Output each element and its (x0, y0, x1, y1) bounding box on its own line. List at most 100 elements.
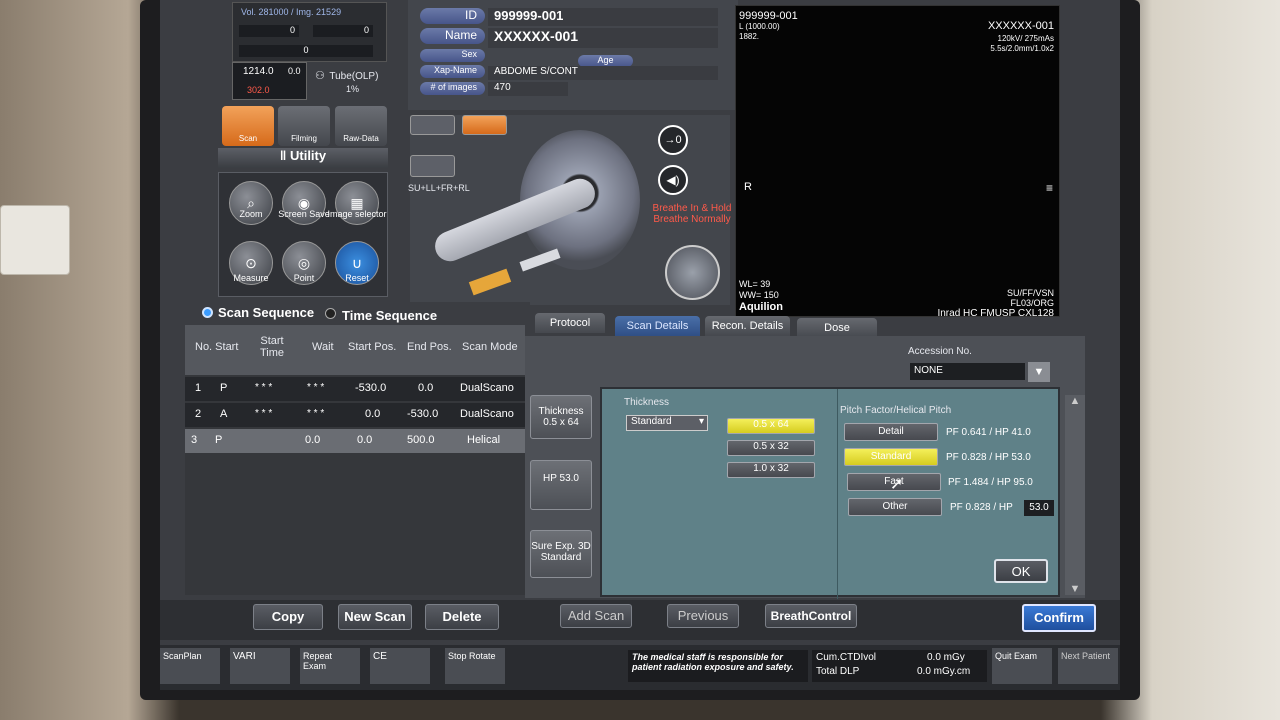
dlp-value: 0.0 mGy.cm (917, 666, 971, 677)
tab-protocol-label: Protocol (549, 317, 591, 329)
speaker-icon[interactable]: ◀) (658, 165, 688, 195)
thickness-pitch-dialog: Thickness Standard ▾ 0.5 x 64 0.5 x 32 1.… (600, 387, 1060, 599)
ok-button[interactable]: OK (994, 559, 1048, 583)
viewer-slice: 5.5s/2.0mm/1.0x2 (990, 44, 1054, 53)
thickness-option-1[interactable]: 0.5 x 64 (727, 418, 815, 434)
scan-sequence-radio[interactable] (202, 307, 213, 318)
viewer-info-2: FL03/ORG (1010, 298, 1054, 308)
row-end-pos: 0.0 (418, 382, 434, 394)
hp-side-button[interactable]: HP 53.0 (530, 460, 592, 510)
thickness-side-button[interactable]: Thickness 0.5 x 64 (530, 395, 592, 439)
tab-scan-details[interactable]: Scan Details (615, 316, 700, 336)
status-block: Vol. 281000 / Img. 21529 0 0 0 (232, 2, 387, 62)
row-scan-mode: Helical (467, 434, 501, 446)
scan-tool-button[interactable]: Scan (222, 106, 274, 146)
scan-sequence-label[interactable]: Scan Sequence (218, 305, 314, 320)
pitch-detail-button[interactable]: Detail (844, 423, 938, 441)
thickness-option-3[interactable]: 1.0 x 32 (727, 462, 815, 478)
row-time: * * * (255, 408, 273, 419)
accession-dropdown-icon[interactable]: ▼ (1028, 362, 1050, 382)
add-scan-button[interactable]: Add Scan (560, 604, 632, 628)
ce-button[interactable]: CE (370, 648, 430, 684)
patient-orientation-button-2[interactable] (462, 115, 507, 135)
tab-dose[interactable]: Dose (797, 318, 877, 338)
voice-zero-icon[interactable]: →0 (658, 125, 688, 155)
breath-control-button[interactable]: BreathControl (765, 604, 857, 628)
filming-tool-button[interactable]: Filming (278, 106, 330, 146)
radiation-notice: The medical staff is responsible for pat… (628, 650, 808, 682)
next-patient-label: Next Patient (1061, 651, 1111, 661)
sex-label: Sex (420, 49, 485, 62)
time-sequence-radio[interactable] (325, 308, 336, 319)
confirm-button[interactable]: Confirm (1022, 604, 1096, 632)
tab-dose-label: Dose (824, 322, 850, 334)
window-width: WW= 150 (739, 290, 779, 300)
sure-exp-label: Sure Exp. 3D Standard (531, 541, 591, 563)
header-start-pos: Start Pos. (348, 341, 397, 353)
readout-mid: 0.0 (288, 66, 301, 76)
viewer-l-value: L (1000.00) (739, 22, 780, 31)
patient-orientation-button-1[interactable] (410, 115, 455, 135)
raw-data-tool-label: Raw-Data (343, 134, 379, 143)
row-scan-mode: DualScano (460, 408, 514, 420)
images-value: 470 (488, 82, 568, 96)
menu-icon[interactable]: ≡ (1046, 181, 1053, 195)
new-scan-button[interactable]: New Scan (338, 604, 412, 630)
viewer-info-1: SU/FF/VSN (1006, 288, 1054, 298)
pitch-standard-button[interactable]: Standard (844, 448, 938, 466)
pitch-other-button[interactable]: Other (848, 498, 942, 516)
institution-name: Inrad HC FMUSP CXL128 (937, 308, 1054, 319)
mouse-cursor-icon: ➚ (890, 476, 904, 493)
copy-button[interactable]: Copy (253, 604, 323, 630)
scroll-down-icon[interactable]: ▼ (1065, 583, 1085, 595)
thickness-side-label: Thickness 0.5 x 64 (538, 406, 584, 428)
previous-button[interactable]: Previous (667, 604, 739, 628)
header-no-start: No. Start (195, 341, 239, 353)
repeat-exam-label: Repeat Exam (303, 651, 333, 671)
delete-button[interactable]: Delete (425, 604, 499, 630)
measure-label: Measure (233, 273, 269, 283)
repeat-exam-button[interactable]: Repeat Exam (300, 648, 360, 684)
table-row[interactable]: 2 A * * * * * * 0.0 -530.0 DualScano (185, 403, 525, 427)
window-level: WL= 39 (739, 279, 771, 289)
raw-data-tool-button[interactable]: Raw-Data (335, 106, 387, 146)
scanplan-button[interactable]: ScanPlan (160, 648, 220, 684)
row-wait: * * * (307, 382, 325, 393)
table-row[interactable]: 3 P 0.0 0.0 500.0 Helical (185, 429, 525, 453)
tab-protocol[interactable]: Protocol (535, 313, 605, 333)
readout-bottom: 302.0 (247, 85, 270, 95)
volume-text: Vol. 281000 / Img. 21529 (241, 7, 342, 17)
rotation-dial-icon[interactable] (665, 245, 720, 300)
thickness-dropdown[interactable]: Standard ▾ (626, 415, 708, 431)
tube-percent: 1% (345, 84, 359, 94)
tab-recon-details[interactable]: Recon. Details (705, 316, 790, 336)
patient-info-panel: ID 999999-001 Name XXXXXX-001 Sex Age Xa… (408, 0, 738, 110)
readout-top: 1214.0 (243, 66, 274, 77)
scroll-up-icon[interactable]: ▲ (1065, 395, 1085, 407)
reset-label: Reset (345, 273, 369, 283)
supine-button[interactable] (410, 155, 455, 177)
details-scrollbar[interactable]: ▲ ▼ (1065, 395, 1085, 595)
images-label: # of images (420, 82, 485, 95)
sure-exp-button[interactable]: Sure Exp. 3D Standard (530, 530, 592, 578)
viewer-id: 999999-001 (739, 10, 798, 22)
pitch-title: Pitch Factor/Helical Pitch (840, 405, 952, 416)
sequence-table: 1 P * * * * * * -530.0 0.0 DualScano 2 A… (185, 375, 525, 595)
tube-label: Tube(OLP) (329, 71, 379, 82)
vari-button[interactable]: VARI (230, 648, 290, 684)
position-readout: 1214.0 0.0 302.0 (232, 62, 307, 100)
image-viewer[interactable]: 999999-001 L (1000.00) 1882. XXXXXX-001 … (735, 5, 1060, 319)
table-row[interactable]: 1 P * * * * * * -530.0 0.0 DualScano (185, 377, 525, 401)
header-start-time: Start Time (259, 335, 285, 359)
position-text: SU+LL+FR+RL (408, 183, 470, 193)
row-start: P (215, 434, 223, 446)
hp-input[interactable]: 53.0 (1024, 500, 1054, 516)
ctdi-label: Cum.CTDIvol (816, 652, 877, 663)
stop-rotate-button[interactable]: Stop Rotate (445, 648, 505, 684)
time-sequence-label[interactable]: Time Sequence (342, 308, 437, 323)
next-patient-button[interactable]: Next Patient (1058, 648, 1118, 684)
accession-input[interactable]: NONE (910, 363, 1025, 380)
dlp-label: Total DLP (816, 666, 860, 677)
quit-exam-button[interactable]: Quit Exam (992, 648, 1052, 684)
thickness-option-2[interactable]: 0.5 x 32 (727, 440, 815, 456)
